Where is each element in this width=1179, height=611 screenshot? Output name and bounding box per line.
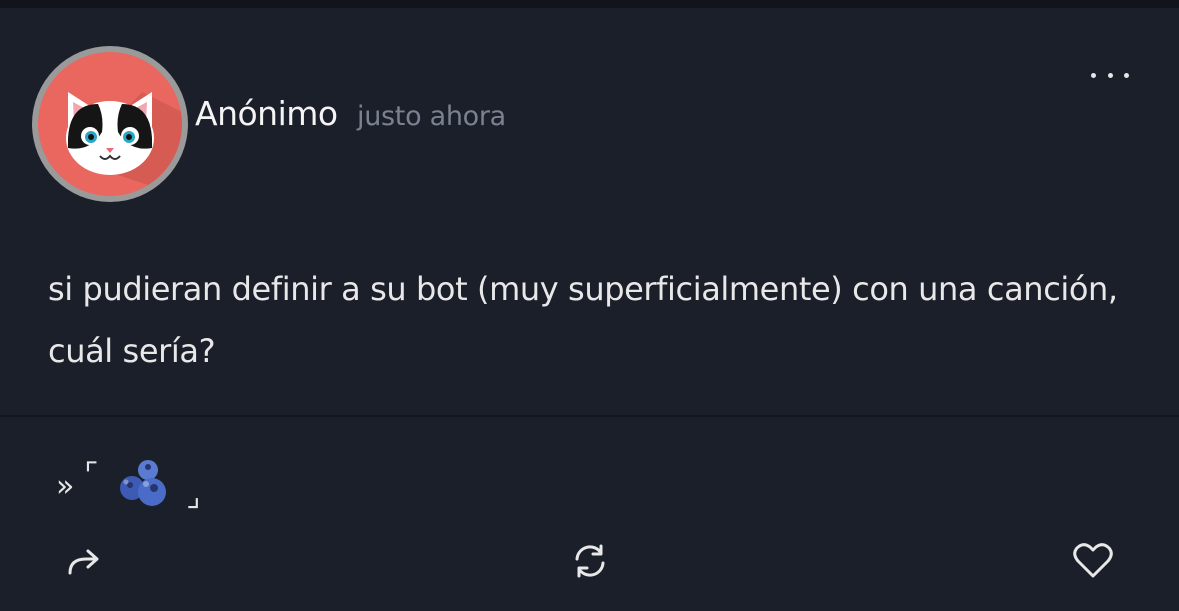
- post-card: Anónimo justo ahora si pudieran definir …: [0, 8, 1179, 416]
- reply-content: » ⌜ ⌟: [56, 457, 201, 514]
- repost-icon[interactable]: [570, 541, 610, 581]
- heart-icon[interactable]: [1072, 541, 1114, 581]
- avatar[interactable]: [32, 46, 188, 202]
- corner-bracket-close: ⌟: [186, 478, 201, 514]
- more-dots-icon: [1091, 72, 1096, 78]
- status-bar-strip: [0, 0, 1179, 8]
- post-author[interactable]: Anónimo: [195, 94, 338, 133]
- post-timestamp: justo ahora: [357, 101, 506, 132]
- cat-avatar-icon: [38, 52, 182, 196]
- blueberry-emoji-icon: [118, 458, 170, 514]
- post-body: si pudieran definir a su bot (muy superf…: [48, 270, 1118, 370]
- more-options-button[interactable]: [1087, 60, 1133, 90]
- double-chevron-icon: »: [56, 468, 75, 504]
- share-arrow-icon[interactable]: [64, 543, 104, 579]
- corner-bracket-open: ⌜: [84, 456, 99, 492]
- reply-card: » ⌜ ⌟: [0, 417, 1179, 611]
